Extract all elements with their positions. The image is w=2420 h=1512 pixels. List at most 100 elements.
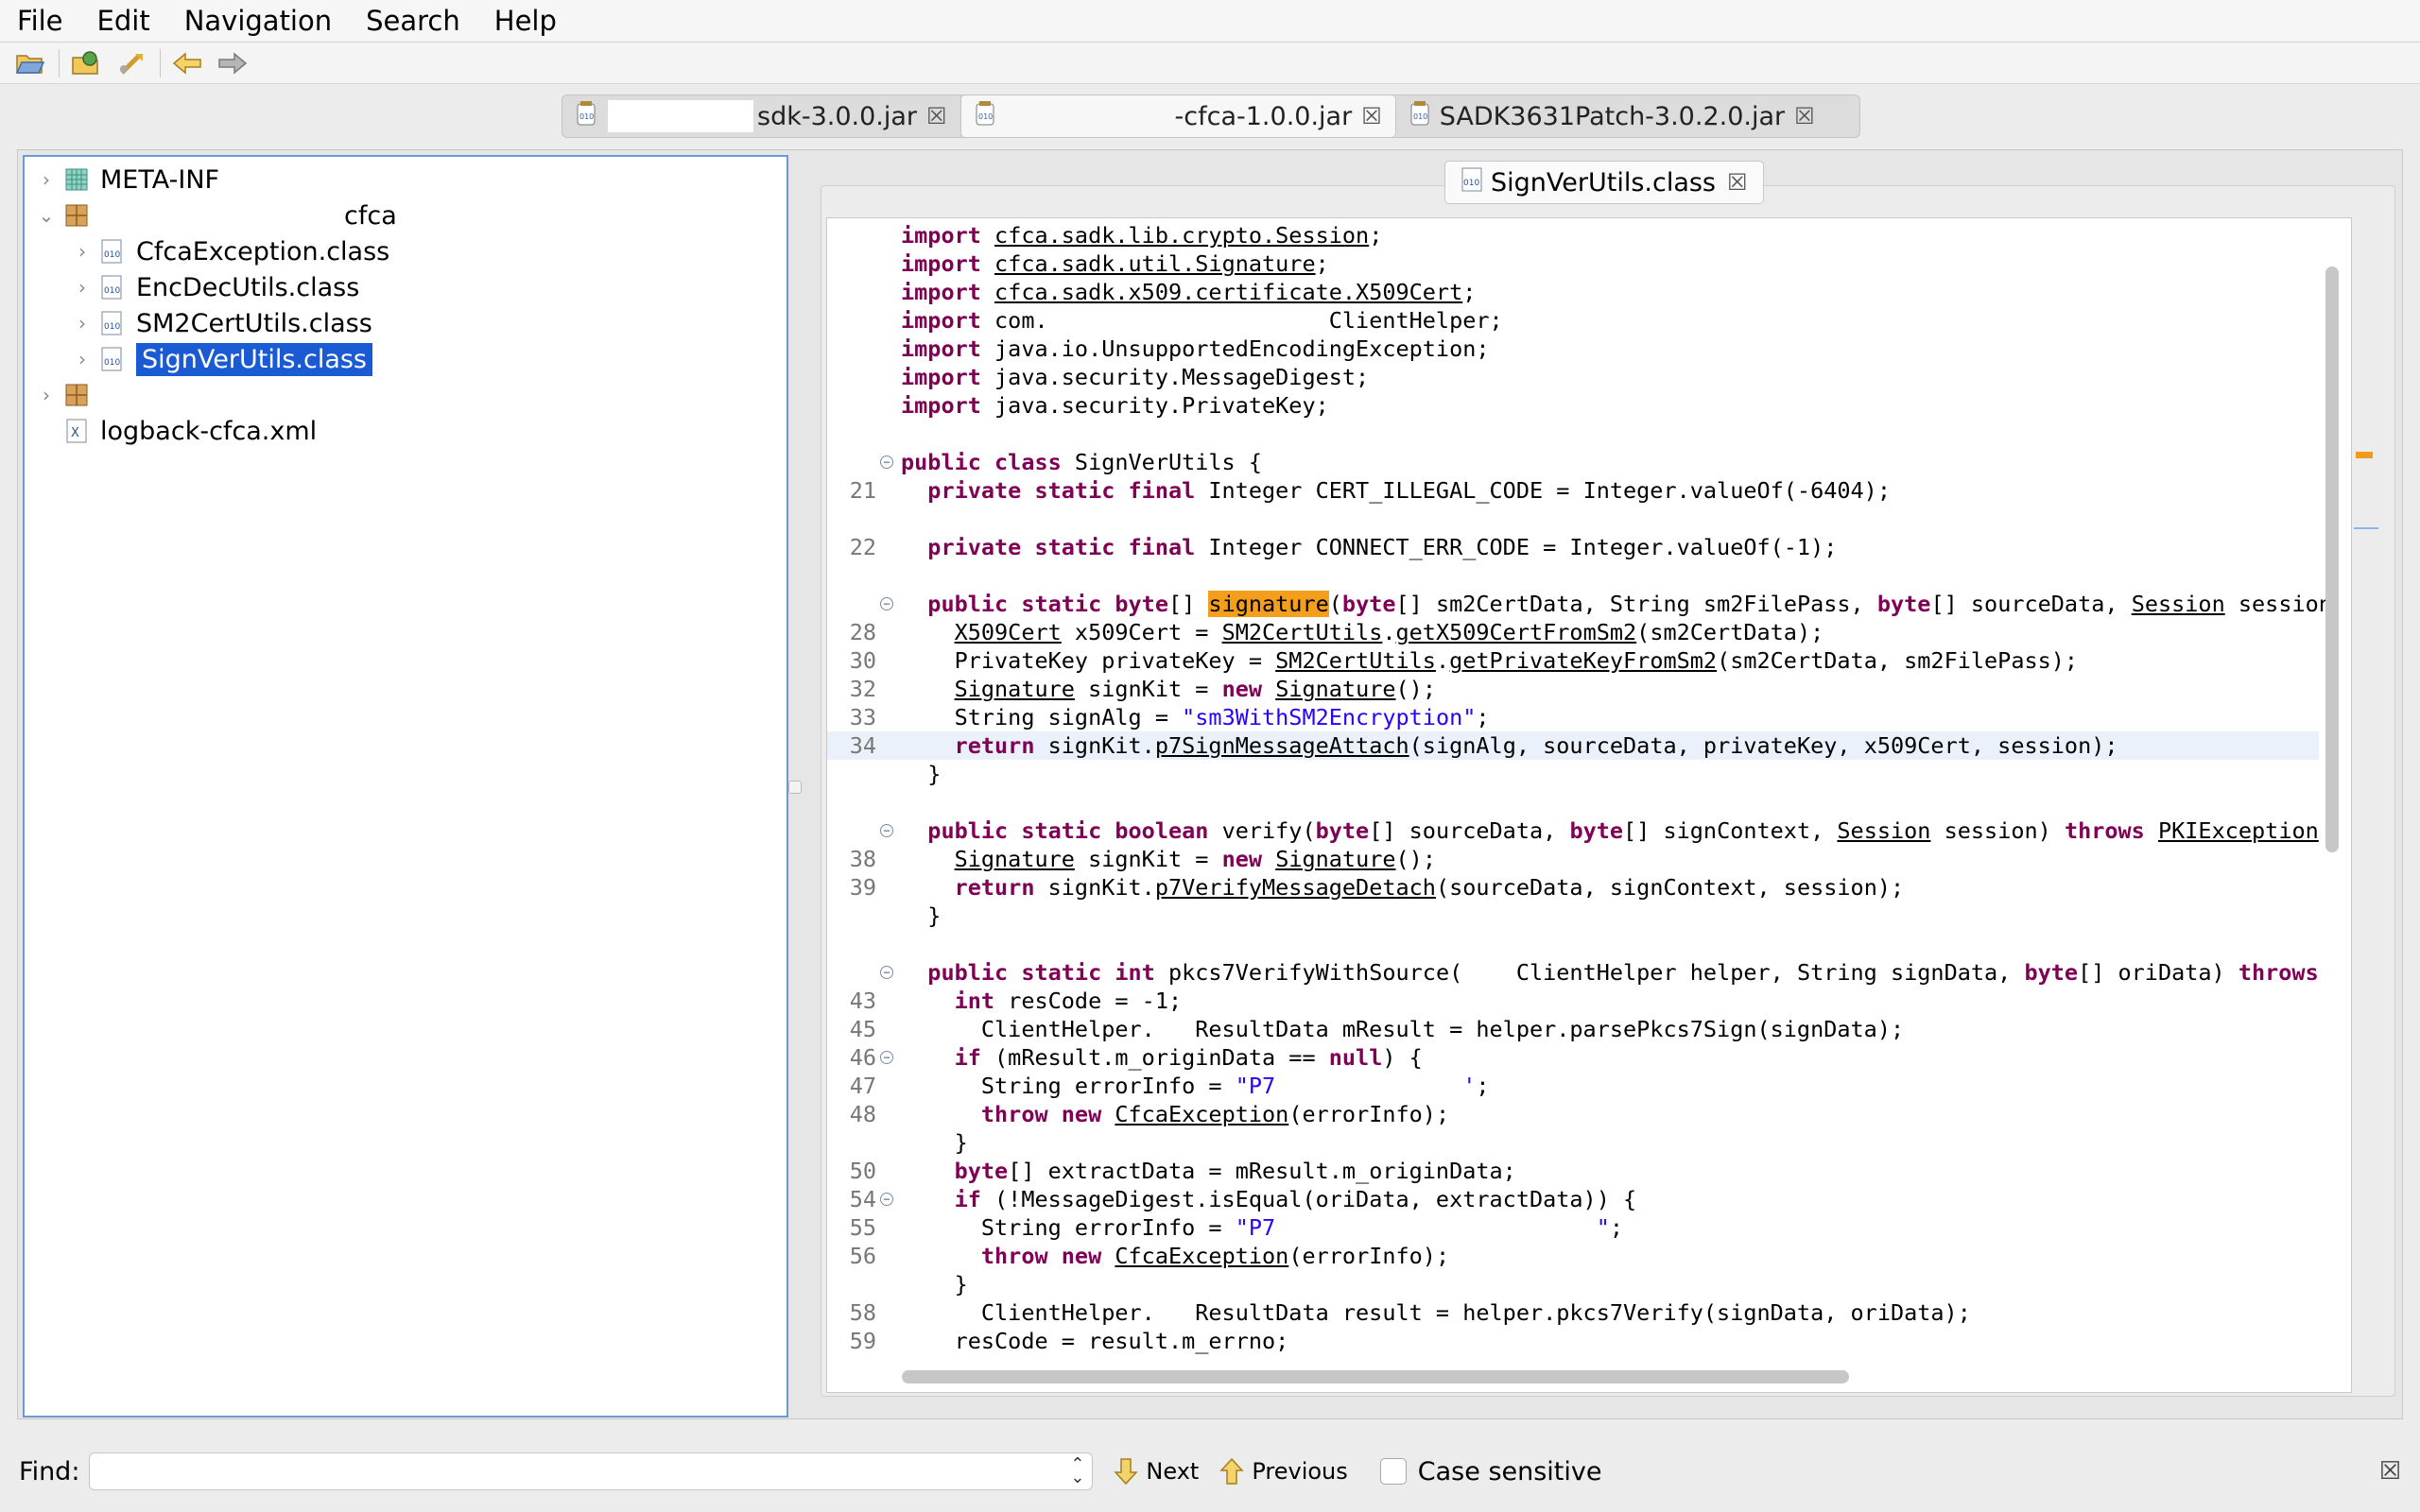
- search-match-marker[interactable]: [2356, 452, 2373, 458]
- code-line[interactable]: [827, 561, 2319, 590]
- menu-file[interactable]: File: [0, 0, 80, 42]
- code-line[interactable]: 43 int resCode = -1;: [827, 987, 2319, 1015]
- code-line[interactable]: − public static boolean verify(byte[] so…: [827, 816, 2319, 845]
- open-file-icon[interactable]: [13, 46, 47, 80]
- tree-item-redacted-package[interactable]: ›: [36, 378, 100, 412]
- code-line[interactable]: import cfca.sadk.lib.crypto.Session;: [827, 221, 2319, 249]
- code-line[interactable]: 55 String errorInfo = "P7 ";: [827, 1213, 2319, 1242]
- case-sensitive-checkbox[interactable]: [1379, 1458, 1407, 1485]
- chevron-right-icon[interactable]: ›: [72, 348, 93, 370]
- package-tree[interactable]: › META-INF ⌄ cfca › 010 CfcaException.cl…: [23, 155, 788, 1418]
- code-line[interactable]: [827, 420, 2319, 448]
- code-line[interactable]: 30 PrivateKey privateKey = SM2CertUtils.…: [827, 646, 2319, 675]
- code-line[interactable]: 22 private static final Integer CONNECT_…: [827, 533, 2319, 561]
- close-icon[interactable]: ☒: [1794, 103, 1815, 129]
- close-icon[interactable]: ☒: [1727, 169, 1748, 196]
- menu-search[interactable]: Search: [349, 0, 477, 42]
- code-line[interactable]: 32 Signature signKit = new Signature();: [827, 675, 2319, 703]
- horizontal-scrollbar[interactable]: [902, 1370, 1849, 1383]
- code-line[interactable]: [827, 788, 2319, 816]
- fold-toggle-icon[interactable]: −: [880, 966, 893, 979]
- tree-item-logback-xml[interactable]: X logback-cfca.xml: [57, 414, 317, 448]
- code-line[interactable]: 59 resCode = result.m_errno;: [827, 1327, 2319, 1355]
- jar-tab-sadk-patch[interactable]: 010 SADK3631Patch-3.0.2.0.jar ☒: [1396, 95, 1828, 137]
- tree-item-meta-inf[interactable]: › META-INF: [36, 163, 219, 197]
- tree-item-signverutils[interactable]: › 010 SignVerUtils.class: [72, 342, 373, 376]
- find-next-button[interactable]: Next: [1114, 1457, 1199, 1486]
- code-line[interactable]: 47 String errorInfo = "P7 ';: [827, 1072, 2319, 1100]
- line-number: 55: [849, 1214, 876, 1241]
- sync-icon[interactable]: [114, 46, 148, 80]
- find-previous-button[interactable]: Previous: [1219, 1457, 1348, 1486]
- code-line[interactable]: 34 return signKit.p7SignMessageAttach(si…: [827, 731, 2319, 760]
- fold-toggle-icon[interactable]: −: [880, 455, 893, 469]
- code-line[interactable]: }: [827, 1270, 2319, 1298]
- fold-toggle-icon[interactable]: −: [880, 597, 893, 610]
- chevron-right-icon[interactable]: ›: [72, 276, 93, 299]
- tree-item-sm2certutils[interactable]: › 010 SM2CertUtils.class: [72, 306, 372, 340]
- chevron-right-icon[interactable]: ›: [72, 240, 93, 263]
- menu-help[interactable]: Help: [477, 0, 574, 42]
- code-line[interactable]: − public static int pkcs7VerifyWithSourc…: [827, 958, 2319, 987]
- chevron-down-icon[interactable]: ⌄: [36, 204, 57, 227]
- menu-edit[interactable]: Edit: [80, 0, 167, 42]
- history-stepper-icon[interactable]: ⌃ ⌄: [1070, 1456, 1084, 1486]
- code-line[interactable]: import java.security.MessageDigest;: [827, 363, 2319, 391]
- code-line[interactable]: import com. ClientHelper;: [827, 306, 2319, 335]
- code-text: String errorInfo = "P7 ";: [901, 1214, 1624, 1241]
- code-line[interactable]: 54− if (!MessageDigest.isEqual(oriData, …: [827, 1185, 2319, 1213]
- package-folder-icon: [62, 165, 91, 194]
- fold-toggle-icon[interactable]: −: [880, 1051, 893, 1064]
- back-arrow-icon[interactable]: [170, 46, 204, 80]
- code-line[interactable]: 45 ClientHelper. ResultData mResult = he…: [827, 1015, 2319, 1043]
- close-icon[interactable]: ☒: [1361, 103, 1382, 129]
- line-number: 54: [849, 1186, 876, 1212]
- jar-file-icon: 010: [975, 100, 995, 133]
- code-line[interactable]: 39 return signKit.p7VerifyMessageDetach(…: [827, 873, 2319, 902]
- chevron-right-icon[interactable]: ›: [36, 168, 57, 191]
- code-line[interactable]: }: [827, 1128, 2319, 1157]
- tree-item-cfca-package[interactable]: ⌄ cfca: [36, 198, 397, 232]
- editor-tab-signverutils[interactable]: 010 SignVerUtils.class ☒: [1444, 161, 1764, 204]
- tree-item-encdecutils[interactable]: › 010 EncDecUtils.class: [72, 270, 359, 304]
- jar-tab-label: -cfca-1.0.0.jar: [1174, 101, 1353, 131]
- forward-arrow-icon[interactable]: [216, 46, 250, 80]
- code-line[interactable]: 33 String signAlg = "sm3WithSM2Encryptio…: [827, 703, 2319, 731]
- code-line[interactable]: 28 X509Cert x509Cert = SM2CertUtils.getX…: [827, 618, 2319, 646]
- code-line[interactable]: [827, 930, 2319, 958]
- code-line[interactable]: − public static byte[] signature(byte[] …: [827, 590, 2332, 618]
- code-line[interactable]: 56 throw new CfcaException(errorInfo);: [827, 1242, 2319, 1270]
- fold-toggle-icon[interactable]: −: [880, 824, 893, 837]
- menu-bar: File Edit Navigation Search Help: [0, 0, 2420, 43]
- code-line[interactable]: }: [827, 760, 2319, 788]
- find-input[interactable]: ⌃ ⌄: [89, 1452, 1094, 1490]
- code-line[interactable]: 38 Signature signKit = new Signature();: [827, 845, 2319, 873]
- code-line[interactable]: 46− if (mResult.m_originData == null) {: [827, 1043, 2319, 1072]
- code-line[interactable]: [827, 505, 2319, 533]
- code-line[interactable]: import java.security.PrivateKey;: [827, 391, 2319, 420]
- code-line[interactable]: 50 byte[] extractData = mResult.m_origin…: [827, 1157, 2319, 1185]
- code-line[interactable]: import cfca.sadk.util.Signature;: [827, 249, 2319, 278]
- jar-tab-cfca[interactable]: 010 -cfca-1.0.0.jar ☒: [960, 95, 1396, 137]
- tree-item-cfcaexception[interactable]: › 010 CfcaException.class: [72, 234, 389, 268]
- code-line[interactable]: import cfca.sadk.x509.certificate.X509Ce…: [827, 278, 2319, 306]
- close-icon[interactable]: ☒: [926, 103, 947, 129]
- chevron-right-icon[interactable]: ›: [72, 312, 93, 335]
- menu-navigation[interactable]: Navigation: [167, 0, 349, 42]
- code-line[interactable]: 58 ClientHelper. ResultData result = hel…: [827, 1298, 2319, 1327]
- code-text: public static boolean verify(byte[] sour…: [927, 817, 2319, 844]
- class-file-icon: 010: [98, 237, 127, 266]
- code-line[interactable]: 21 private static final Integer CERT_ILL…: [827, 476, 2319, 505]
- fold-toggle-icon[interactable]: −: [880, 1193, 893, 1206]
- code-line[interactable]: 48 throw new CfcaException(errorInfo);: [827, 1100, 2319, 1128]
- code-editor[interactable]: import cfca.sadk.lib.crypto.Session; impo…: [826, 217, 2352, 1393]
- open-library-icon[interactable]: [69, 46, 103, 80]
- code-line[interactable]: − public class SignVerUtils {: [827, 448, 2319, 476]
- jar-tab-sdk[interactable]: 010 sdk-3.0.0.jar ☒: [562, 95, 961, 137]
- chevron-right-icon[interactable]: ›: [36, 384, 57, 406]
- split-pane-handle[interactable]: [788, 781, 802, 794]
- code-line[interactable]: }: [827, 902, 2319, 930]
- vertical-scrollbar[interactable]: [2325, 266, 2339, 852]
- close-find-bar-icon[interactable]: ☒: [2379, 1457, 2401, 1486]
- code-line[interactable]: import java.io.UnsupportedEncodingExcept…: [827, 335, 2319, 363]
